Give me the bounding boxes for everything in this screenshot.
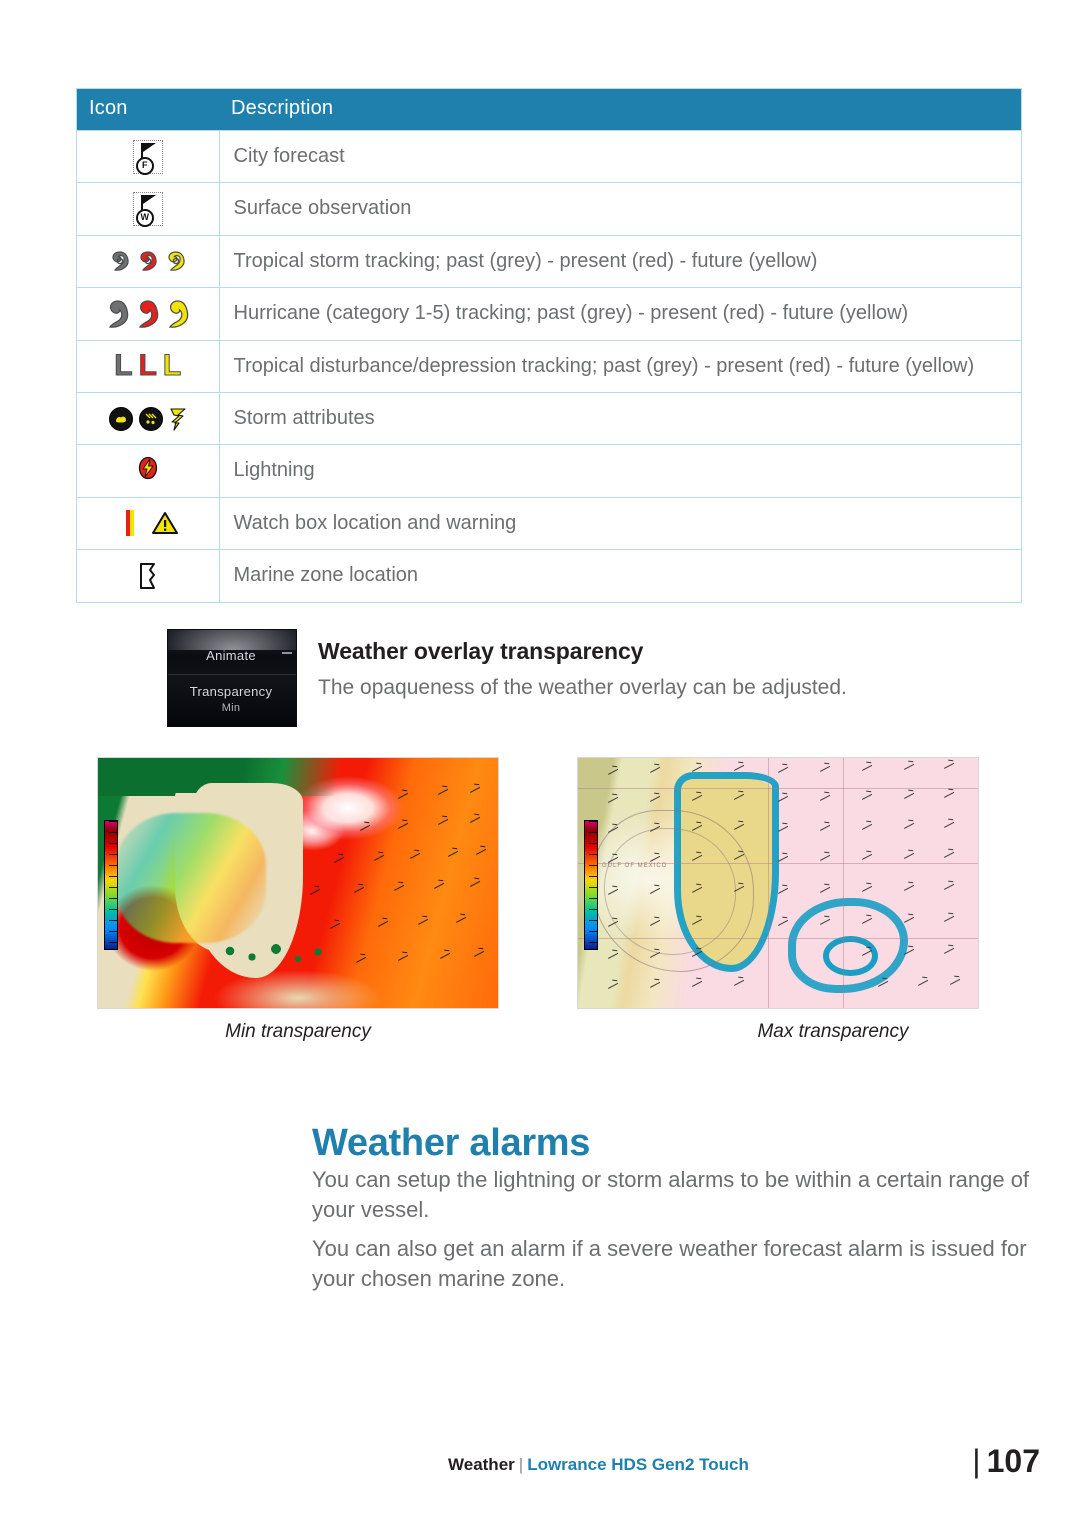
figure-max-transparency: GULF OF MEXICO Max transparency [577,757,979,1043]
figure-caption: Max transparency [757,1021,909,1042]
wind-barbs-layer [578,758,978,1008]
row-description: Watch box location and warning [218,496,1022,551]
table-row: W Surface observation [76,182,1022,236]
row-description: Hurricane (category 1-5) tracking; past … [218,287,1022,341]
table-row: Storm attributes [76,391,1022,446]
tropical-storm-future-icon [165,248,187,274]
icon-cell: W [76,182,220,236]
hurricane-tracking-icons [81,297,215,331]
tornado-icon [169,407,187,431]
row-description: Tropical disturbance/depression tracking… [218,339,1022,393]
depression-future-icon: L [162,349,182,383]
hurricane-future-icon [166,299,190,329]
marine-zone-icon [137,562,159,590]
page-number-rule: | [972,1443,981,1479]
icon-cell [76,234,220,289]
lightning-icon [137,456,159,486]
depression-past-icon: L [114,349,133,383]
depression-present-icon: L [138,349,157,383]
weather-icon-legend-table: Icon Description F City forecast W Surfa… [76,88,1022,603]
transparency-control-panel-screenshot: Animate Transparency Min [168,630,296,726]
mixed-precipitation-icon [138,406,163,431]
page-number: 107 [986,1443,1040,1479]
icon-cell: L L L [76,339,220,393]
table-row: L L L Tropical disturbance/depression tr… [76,339,1022,393]
column-header-icon: Icon [76,88,219,131]
panel-divider [168,674,296,675]
city-forecast-letter: F [135,156,154,175]
icon-cell [76,549,220,603]
table-row: Lightning [76,444,1022,498]
manual-page: Icon Description F City forecast W Surfa… [0,0,1080,1532]
alarms-paragraph-2: You can also get an alarm if a severe we… [312,1236,1027,1291]
row-description: Surface observation [218,182,1022,236]
row-description: Tropical storm tracking; past (grey) - p… [218,234,1022,289]
hurricane-present-icon [136,299,160,329]
row-description: Marine zone location [218,549,1022,603]
chevron-right-icon [282,652,292,654]
tropical-storm-present-icon [137,248,159,274]
row-description: City forecast [218,129,1022,184]
column-header-description: Description [219,88,1022,131]
warning-triangle-icon [151,511,178,535]
footer-section-label: Weather [448,1455,515,1474]
hail-icon [108,406,133,431]
icon-cell [76,391,220,446]
table-row: Marine zone location [76,549,1022,603]
table-header: Icon Description [76,88,1022,131]
row-description: Storm attributes [218,391,1022,446]
transparency-value: Min [221,702,241,714]
table-row: F City forecast [76,129,1022,184]
icon-cell [76,287,220,341]
icon-cell [76,496,220,551]
tropical-depression-tracking-icons: L L L [81,349,215,383]
tropical-storm-tracking-icons [81,244,215,278]
alarms-paragraph-1: You can setup the lightning or storm ala… [312,1167,1030,1222]
section-body-text: The opaqueness of the weather overlay ca… [318,676,847,699]
icon-cell [76,444,220,498]
table-body: F City forecast W Surface observation Tr… [76,129,1022,603]
hurricane-past-icon [106,299,130,329]
watch-box-warning-icons [81,506,215,540]
storm-attributes-icons [81,402,215,436]
surface-observation-letter: W [135,209,154,228]
section-heading: Weather overlay transparency [318,638,644,664]
table-row: Hurricane (category 1-5) tracking; past … [76,287,1022,341]
transparency-button[interactable]: Transparency [172,684,290,699]
city-forecast-icon: F [132,139,163,175]
page-number-block: | 107 [972,1443,1040,1480]
footer-separator: | [518,1455,524,1474]
footer-breadcrumb: Weather | Lowrance HDS Gen2 Touch [448,1455,749,1475]
map-image-min-transparency [97,757,499,1009]
map-image-max-transparency: GULF OF MEXICO [577,757,979,1009]
table-row: Tropical storm tracking; past (grey) - p… [76,234,1022,289]
row-description: Lightning [218,444,1022,498]
footer-product-label: Lowrance HDS Gen2 Touch [527,1455,749,1474]
figure-min-transparency: Min transparency [97,757,499,1043]
watch-box-icon [118,509,142,536]
animate-button[interactable]: Animate [172,648,290,663]
tropical-storm-past-icon [109,248,131,274]
wind-barbs-layer [98,758,498,1008]
table-header-row: Icon Description [76,88,1022,131]
page-title: Weather alarms [312,1122,591,1165]
figure-caption: Min transparency [225,1021,371,1042]
panel-glare [168,630,296,650]
surface-observation-icon: W [132,192,163,228]
icon-cell: F [76,129,220,184]
table-row: Watch box location and warning [76,496,1022,551]
